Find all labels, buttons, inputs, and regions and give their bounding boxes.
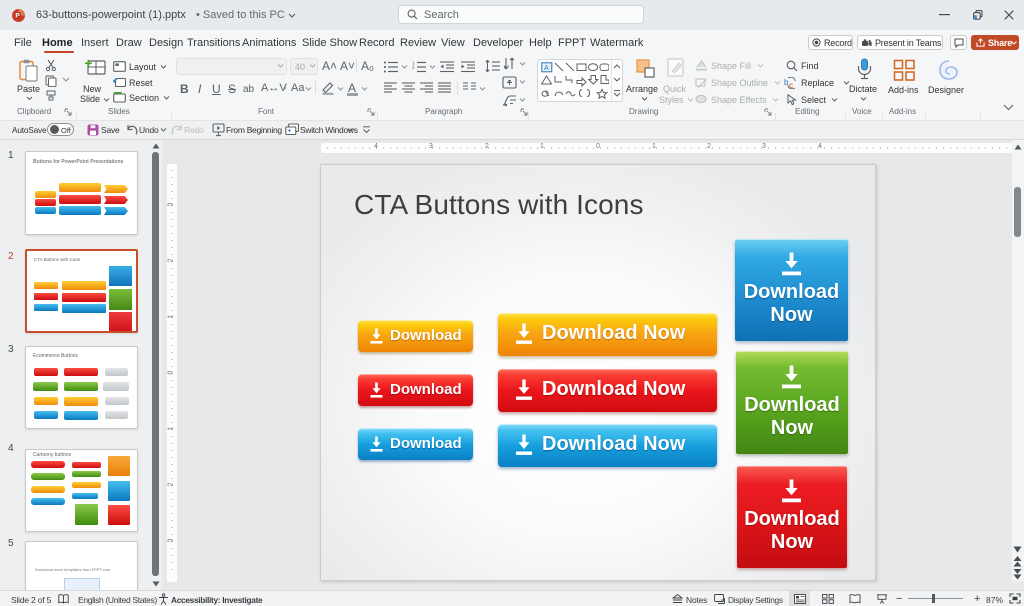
svg-text:A: A xyxy=(544,65,549,72)
svg-text:P: P xyxy=(15,13,20,20)
svg-text:2: 2 xyxy=(412,65,415,70)
